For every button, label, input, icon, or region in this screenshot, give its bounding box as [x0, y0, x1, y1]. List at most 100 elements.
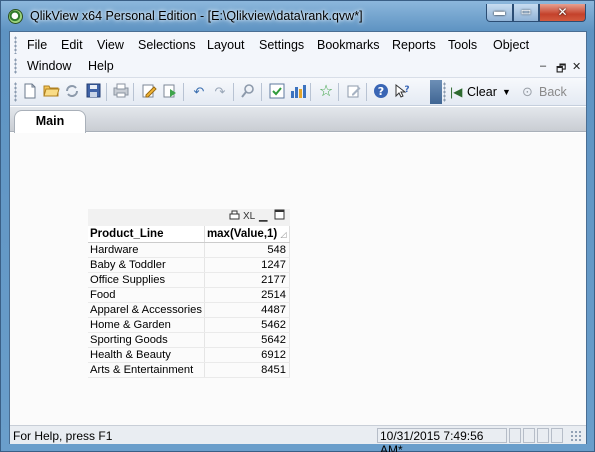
toolbar-separator [338, 83, 339, 101]
maximize-icon[interactable] [274, 209, 285, 223]
back-label: Back [539, 85, 567, 99]
qlikview-logo-icon[interactable] [8, 9, 23, 24]
toolbar-separator [133, 83, 134, 101]
title-bar[interactable]: QlikView x64 Personal Edition - [E:\Qlik… [1, 1, 594, 31]
toolbar: ↶ ↷ ☆ ? ? |◀ Clear ▼ ⊙ Back [10, 78, 586, 106]
menu-help[interactable]: Help [88, 59, 114, 73]
status-help-text: For Help, press F1 [13, 429, 113, 443]
new-chart-icon[interactable] [289, 83, 307, 101]
reload-data-icon[interactable] [161, 83, 179, 101]
status-pane [523, 428, 535, 443]
save-icon[interactable] [84, 83, 102, 101]
edit-script-icon[interactable] [140, 83, 158, 101]
menu-object[interactable]: Object [493, 38, 529, 52]
table-row[interactable]: Office Supplies 2177 [88, 272, 291, 288]
select-fields-icon[interactable] [268, 83, 286, 101]
app-window: QlikView x64 Personal Edition - [E:\Qlik… [0, 0, 595, 452]
reload-icon[interactable] [63, 83, 81, 101]
product-line-cell[interactable]: Office Supplies [88, 272, 205, 288]
table-box-caption[interactable]: XL ▁ [88, 209, 290, 226]
clear-dropdown-icon[interactable]: ▼ [502, 82, 511, 102]
product-line-cell[interactable]: Baby & Toddler [88, 257, 205, 273]
toolbar-separator [106, 83, 107, 101]
column-header-product-line[interactable]: Product_Line [88, 226, 205, 243]
window-title: QlikView x64 Personal Edition - [E:\Qlik… [30, 9, 363, 23]
maximize-button[interactable]: ▭ [513, 4, 539, 22]
mdi-minimize-icon[interactable]: – [540, 60, 546, 72]
table-row[interactable]: Health & Beauty 6912 [88, 347, 291, 363]
toolbar-overflow-button[interactable] [430, 80, 442, 104]
resize-grip-icon[interactable] [570, 430, 582, 442]
status-pane [537, 428, 549, 443]
toolbar-separator [366, 83, 367, 101]
max-value-cell: 5462 [204, 317, 291, 333]
context-help-icon[interactable]: ? [393, 83, 411, 101]
search-icon[interactable] [239, 83, 257, 101]
max-value-cell: 6912 [204, 347, 291, 363]
sort-indicator-icon: ◿ [280, 229, 287, 239]
clear-button[interactable]: |◀ Clear ▼ [447, 82, 517, 102]
toolbar-separator [233, 83, 234, 101]
product-line-cell[interactable]: Health & Beauty [88, 347, 205, 363]
minimize-button[interactable]: ▬ [486, 4, 513, 22]
clear-label: Clear [467, 85, 497, 99]
product-line-cell[interactable]: Food [88, 287, 205, 303]
new-icon[interactable] [21, 83, 39, 101]
bookmark-icon[interactable]: ☆ [317, 83, 335, 101]
help-icon[interactable]: ? [372, 83, 390, 101]
table-row[interactable]: Home & Garden 5462 [88, 317, 291, 333]
open-icon[interactable] [42, 83, 60, 101]
product-line-cell[interactable]: Arts & Entertainment [88, 362, 205, 378]
menu-view[interactable]: View [97, 38, 124, 52]
print-icon[interactable] [112, 83, 130, 101]
xl-icon[interactable]: XL [243, 211, 255, 222]
menu-grip[interactable] [14, 36, 17, 54]
product-line-cell[interactable]: Sporting Goods [88, 332, 205, 348]
menu-tools[interactable]: Tools [448, 38, 477, 52]
menu-layout[interactable]: Layout [207, 38, 245, 52]
print-icon[interactable] [229, 210, 240, 224]
back-button[interactable]: ⊙ Back [522, 82, 580, 102]
table-row[interactable]: Food 2514 [88, 287, 291, 303]
tab-main[interactable]: Main [14, 110, 86, 133]
toolbar-grip[interactable] [14, 82, 17, 102]
design-icon[interactable] [345, 83, 363, 101]
table-row[interactable]: Apparel & Accessories 4487 [88, 302, 291, 318]
menu-edit[interactable]: Edit [61, 38, 83, 52]
menu-bar: File Edit View Selections Layout Setting… [10, 32, 586, 78]
undo-icon[interactable]: ↶ [190, 83, 208, 101]
menu-bookmarks[interactable]: Bookmarks [317, 38, 380, 52]
max-value-cell: 2177 [204, 272, 291, 288]
product-line-cell[interactable]: Hardware [88, 242, 205, 258]
clear-icon: |◀ [450, 85, 463, 99]
minimize-icon[interactable]: ▁ [259, 209, 267, 222]
max-value-cell: 8451 [204, 362, 291, 378]
product-line-cell[interactable]: Apparel & Accessories [88, 302, 205, 318]
status-bar: For Help, press F1 10/31/2015 7:49:56 AM… [10, 425, 586, 452]
table-body: Hardware 548 Baby & Toddler 1247 Office Supp… [88, 242, 291, 378]
back-icon: ⊙ [522, 84, 533, 99]
product-line-cell[interactable]: Home & Garden [88, 317, 205, 333]
menu-file[interactable]: File [27, 38, 47, 52]
close-button[interactable]: ✕ [539, 4, 586, 22]
table-row[interactable]: Sporting Goods 5642 [88, 332, 291, 348]
menu-settings[interactable]: Settings [259, 38, 304, 52]
table-grid: Product_Line max(Value,1) ◿ Hardware 548 B… [88, 226, 291, 378]
mdi-restore-icon[interactable]: 🗗 [556, 60, 566, 79]
max-value-cell: 548 [204, 242, 291, 258]
column-header-max-value[interactable]: max(Value,1) ◿ [204, 226, 291, 243]
menu-grip-2[interactable] [14, 58, 17, 74]
menu-window[interactable]: Window [27, 59, 71, 73]
mdi-close-icon[interactable]: ✕ [572, 60, 581, 73]
table-row[interactable]: Baby & Toddler 1247 [88, 257, 291, 273]
table-row[interactable]: Hardware 548 [88, 242, 291, 258]
toolbar-separator [183, 83, 184, 101]
redo-icon[interactable]: ↷ [211, 83, 229, 101]
toolbar-grip-2[interactable] [443, 82, 446, 102]
column-header-label: max(Value,1) [206, 227, 278, 240]
table-row[interactable]: Arts & Entertainment 8451 [88, 362, 291, 378]
menu-reports[interactable]: Reports [392, 38, 436, 52]
menu-selections[interactable]: Selections [138, 38, 196, 52]
max-value-cell: 5642 [204, 332, 291, 348]
toolbar-separator [261, 83, 262, 101]
